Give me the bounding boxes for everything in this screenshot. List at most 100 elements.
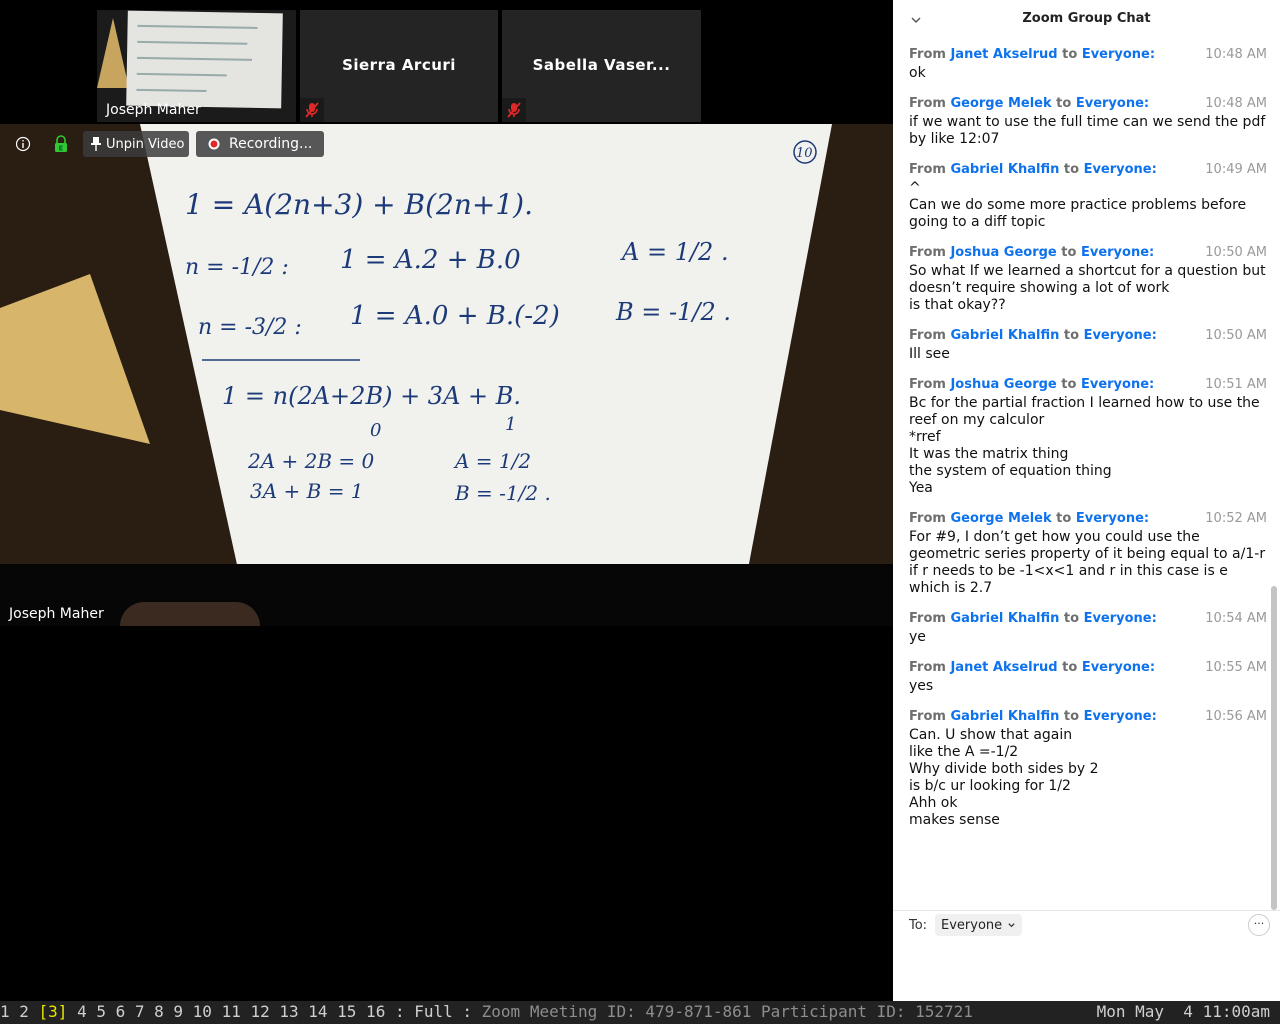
chat-message-header: From George Melek to Everyone: 10:52 AM xyxy=(909,511,1267,529)
recipient-name[interactable]: Everyone: xyxy=(1076,511,1149,526)
chat-message: From Janet Akselrud to Everyone: 10:55 AM… xyxy=(909,660,1267,695)
lock-icon: E xyxy=(55,135,67,153)
main-video: 10 1 = A(2n+3) + B(2n+1). n = -1/2 : 1 =… xyxy=(0,124,893,626)
chat-message: From Janet Akselrud to Everyone: 10:48 AM… xyxy=(909,47,1267,82)
message-time: 10:50 AM xyxy=(1205,328,1267,343)
message-text: So what If we learned a shortcut for a q… xyxy=(909,263,1266,313)
unpin-video-button[interactable]: Unpin Video xyxy=(83,131,189,157)
eq-line2a: n = -1/2 : xyxy=(185,255,289,280)
chat-message: From Gabriel Khalfin to Everyone: 10:54 A… xyxy=(909,611,1267,646)
recipient-dropdown[interactable]: Everyone xyxy=(935,914,1023,936)
to-label: to xyxy=(1063,328,1080,343)
to-label: to xyxy=(1062,47,1078,62)
message-text: Can. U show that again like the A =-1/2 … xyxy=(909,727,1099,828)
eq-res2: B = -1/2 . xyxy=(454,481,551,505)
eq-sys1: 2A + 2B = 0 xyxy=(247,449,375,473)
chat-message: From George Melek to Everyone: 10:52 AM Fo… xyxy=(909,511,1267,597)
recipient-name[interactable]: Everyone: xyxy=(1081,377,1154,392)
workspace-list-rest[interactable]: 4 5 6 7 8 9 10 11 12 13 14 15 16 : Full … xyxy=(67,1002,481,1021)
sender-name[interactable]: Joshua George xyxy=(950,245,1056,260)
recipient-name[interactable]: Everyone: xyxy=(1084,709,1157,724)
message-time: 10:48 AM xyxy=(1205,47,1267,62)
from-label: From xyxy=(909,660,946,675)
chat-message-list[interactable]: From Janet Akselrud to Everyone: 10:48 AM… xyxy=(909,47,1267,843)
info-button[interactable] xyxy=(10,131,36,157)
chat-message: From George Melek to Everyone: 10:48 AM if… xyxy=(909,96,1267,148)
recording-button[interactable]: Recording... xyxy=(196,131,324,157)
recipient-name[interactable]: Everyone: xyxy=(1082,660,1155,675)
eq-line3a: n = -3/2 : xyxy=(198,315,302,340)
message-text: if we want to use the full time can we s… xyxy=(909,114,1266,147)
chat-title: Zoom Group Chat xyxy=(1022,11,1151,26)
chat-footer: To: Everyone ··· xyxy=(893,910,1280,1002)
message-text: For #9, I don’t get how you could use th… xyxy=(909,529,1266,596)
participant-tile-sierra[interactable]: Sierra Arcuri xyxy=(300,10,498,122)
eq-under0: 0 xyxy=(370,420,381,441)
chat-input[interactable] xyxy=(909,945,1264,995)
chat-header: Zoom Group Chat xyxy=(893,0,1280,40)
whiteboard-writing: 10 1 = A(2n+3) + B(2n+1). n = -1/2 : 1 =… xyxy=(185,140,817,505)
recipient-name[interactable]: Everyone: xyxy=(1084,328,1157,343)
sender-name[interactable]: George Melek xyxy=(950,96,1051,111)
encryption-button[interactable]: E xyxy=(48,131,74,157)
from-label: From xyxy=(909,709,946,724)
chat-message-header: From Joshua George to Everyone: 10:50 AM xyxy=(909,245,1267,263)
message-time: 10:50 AM xyxy=(1205,245,1267,260)
recipient-name[interactable]: Everyone: xyxy=(1081,245,1154,260)
participant-tile-sabella[interactable]: Sabella Vaser... xyxy=(502,10,701,122)
participant-name: Sierra Arcuri xyxy=(342,56,456,74)
sender-name[interactable]: Gabriel Khalfin xyxy=(950,709,1059,724)
recipient-name[interactable]: Everyone: xyxy=(1084,162,1157,177)
to-label: to xyxy=(1056,96,1072,111)
chat-message: From Joshua George to Everyone: 10:51 AM B… xyxy=(909,377,1267,497)
participant-name: Sabella Vaser... xyxy=(532,56,671,74)
message-text: Bc for the partial fraction I learned ho… xyxy=(909,395,1260,496)
message-text: Ill see xyxy=(909,346,950,362)
recipient-name[interactable]: Everyone: xyxy=(1076,96,1149,111)
chat-message-header: From Gabriel Khalfin to Everyone: 10:49 A… xyxy=(909,162,1267,180)
presenter-hand xyxy=(120,602,260,626)
from-label: From xyxy=(909,511,946,526)
eq-line3c: B = -1/2 . xyxy=(615,298,731,326)
sender-name[interactable]: Gabriel Khalfin xyxy=(950,611,1059,626)
from-label: From xyxy=(909,162,946,177)
info-icon xyxy=(15,136,31,152)
chat-message-header: From Gabriel Khalfin to Everyone: 10:54 A… xyxy=(909,611,1267,629)
from-label: From xyxy=(909,47,946,62)
recipient-name[interactable]: Everyone: xyxy=(1082,47,1155,62)
chat-message-header: From Janet Akselrud to Everyone: 10:48 AM xyxy=(909,47,1267,65)
workspace-list[interactable]: 1 2 xyxy=(0,1002,39,1021)
sender-name[interactable]: George Melek xyxy=(950,511,1051,526)
sender-name[interactable]: Janet Akselrud xyxy=(950,47,1057,62)
sender-name[interactable]: Gabriel Khalfin xyxy=(950,162,1059,177)
sender-name[interactable]: Gabriel Khalfin xyxy=(950,328,1059,343)
message-time: 10:48 AM xyxy=(1205,96,1267,111)
chat-scrollbar[interactable] xyxy=(1271,586,1277,910)
message-text: ok xyxy=(909,65,926,81)
sender-name[interactable]: Janet Akselrud xyxy=(950,660,1057,675)
message-time: 10:52 AM xyxy=(1205,511,1267,526)
more-options-button[interactable]: ··· xyxy=(1248,914,1270,936)
thumbnail-wall xyxy=(97,18,129,88)
recording-label: Recording... xyxy=(229,136,313,152)
to-label: to xyxy=(1063,162,1080,177)
from-label: From xyxy=(909,245,946,260)
from-label: From xyxy=(909,377,946,392)
message-time: 10:55 AM xyxy=(1205,660,1267,675)
to-label: to xyxy=(1056,511,1072,526)
eq-under1: 1 xyxy=(505,414,516,435)
to-label: to xyxy=(1061,245,1077,260)
thumbnail-whiteboard xyxy=(126,10,283,109)
pin-icon xyxy=(91,137,101,151)
sender-name[interactable]: Joshua George xyxy=(950,377,1056,392)
window-title: Zoom Meeting ID: 479-871-861 Participant… xyxy=(481,1002,973,1021)
participant-tile-joseph[interactable]: Joseph Maher xyxy=(97,10,296,122)
chat-message-header: From Joshua George to Everyone: 10:51 AM xyxy=(909,377,1267,395)
recipient-name[interactable]: Everyone: xyxy=(1084,611,1157,626)
message-text: ^ Can we do some more practice problems … xyxy=(909,180,1247,230)
eq-line2b: 1 = A.2 + B.0 xyxy=(340,245,521,275)
more-icon: ··· xyxy=(1253,917,1265,930)
chat-message: From Gabriel Khalfin to Everyone: 10:56 A… xyxy=(909,709,1267,829)
current-workspace[interactable]: [3] xyxy=(39,1002,68,1021)
to-label: to xyxy=(1062,660,1078,675)
